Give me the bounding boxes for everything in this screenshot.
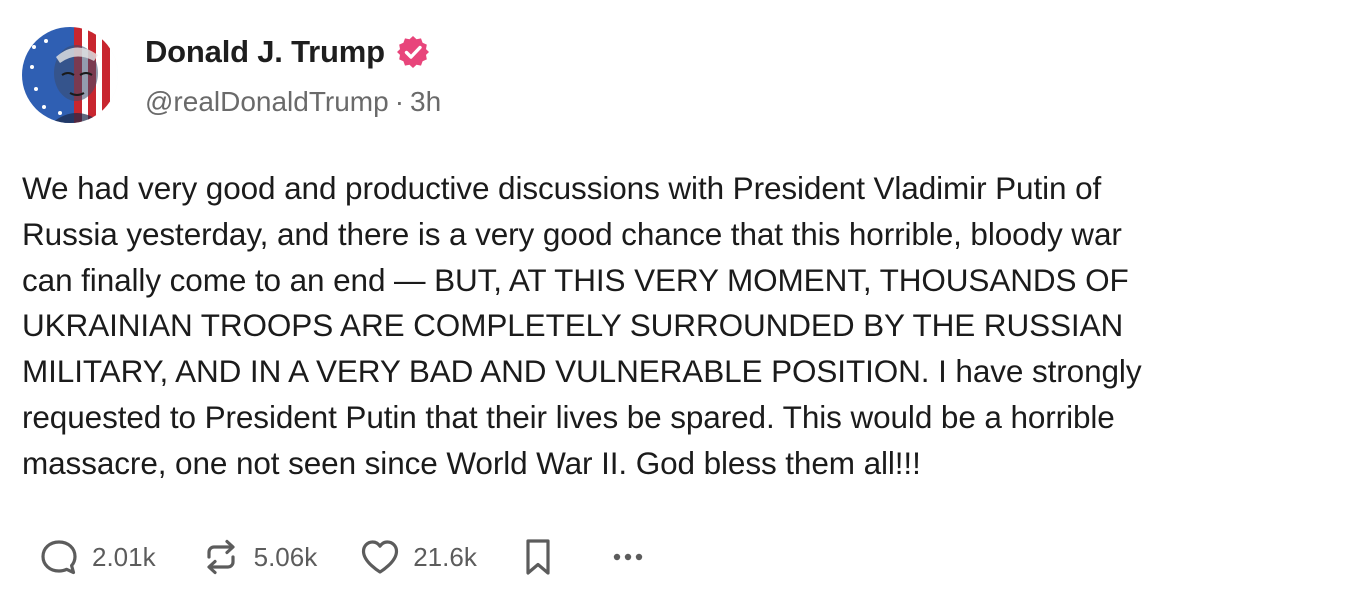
reply-button[interactable]: 2.01k	[36, 534, 156, 580]
handle-row: @realDonaldTrump · 3h	[145, 86, 441, 118]
post-card: Donald J. Trump @realDonaldTrump · 3h We h…	[0, 0, 1360, 602]
avatar-flag-portrait-icon	[22, 27, 118, 123]
post-timestamp[interactable]: 3h	[410, 86, 441, 117]
author-handle[interactable]: @realDonaldTrump	[145, 86, 389, 117]
post-actions-bar: 2.01k 5.06k 21.6k	[36, 533, 651, 581]
avatar[interactable]	[22, 27, 118, 123]
post-header: Donald J. Trump @realDonaldTrump · 3h	[145, 30, 441, 118]
meta-separator: ·	[394, 86, 405, 117]
post-body-text: We had very good and productive discussi…	[22, 170, 1142, 481]
reply-count: 2.01k	[92, 541, 156, 572]
author-display-name[interactable]: Donald J. Trump	[145, 34, 385, 70]
like-button[interactable]: 21.6k	[357, 534, 477, 580]
verified-badge-icon	[395, 34, 431, 70]
more-options-button[interactable]	[605, 534, 651, 580]
more-icon	[605, 534, 651, 580]
name-row: Donald J. Trump	[145, 30, 441, 74]
repost-button[interactable]: 5.06k	[198, 534, 318, 580]
reply-icon	[36, 534, 82, 580]
bookmark-button[interactable]	[515, 534, 561, 580]
heart-icon	[357, 534, 403, 580]
bookmark-icon	[515, 534, 561, 580]
like-count: 21.6k	[413, 541, 477, 572]
repost-count: 5.06k	[253, 541, 318, 572]
repost-icon	[198, 534, 244, 580]
